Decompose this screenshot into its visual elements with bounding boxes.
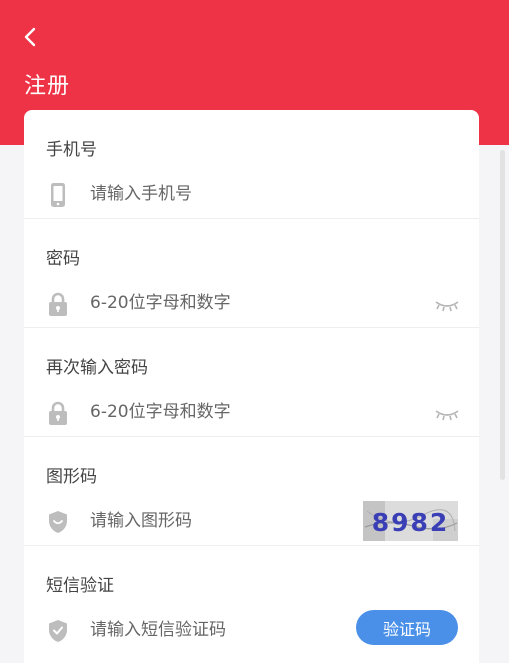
phone-section: 手机号	[24, 110, 479, 219]
sms-label: 短信验证	[46, 576, 114, 596]
captcha-input[interactable]	[90, 505, 390, 537]
password-input[interactable]	[90, 287, 390, 319]
phone-icon	[51, 183, 65, 207]
lock-icon	[49, 401, 67, 425]
password-label: 密码	[46, 249, 80, 269]
captcha-section: 图形码 8982	[24, 437, 479, 546]
shield-check-icon	[49, 620, 67, 642]
password-section: 密码	[24, 219, 479, 328]
shield-icon	[49, 511, 67, 533]
phone-label: 手机号	[46, 140, 97, 160]
confirm-password-section: 再次输入密码	[24, 328, 479, 437]
captcha-text: 8982	[372, 508, 450, 537]
phone-input[interactable]	[90, 178, 390, 210]
lock-icon	[49, 292, 67, 316]
get-sms-code-button[interactable]: 验证码	[356, 610, 458, 645]
captcha-label: 图形码	[46, 467, 97, 487]
eye-closed-icon[interactable]	[434, 296, 460, 314]
scrollbar[interactable]	[500, 150, 505, 480]
sms-section: 短信验证 验证码	[24, 546, 479, 655]
eye-closed-icon[interactable]	[434, 405, 460, 423]
confirm-password-input[interactable]	[90, 396, 390, 428]
captcha-image[interactable]: 8982	[363, 501, 458, 541]
back-arrow-icon[interactable]	[20, 26, 42, 48]
page-title: 注册	[24, 74, 71, 99]
sms-code-input[interactable]	[90, 614, 340, 646]
register-form: 手机号 密码 再次输入密码	[24, 110, 479, 663]
confirm-password-label: 再次输入密码	[46, 358, 148, 378]
